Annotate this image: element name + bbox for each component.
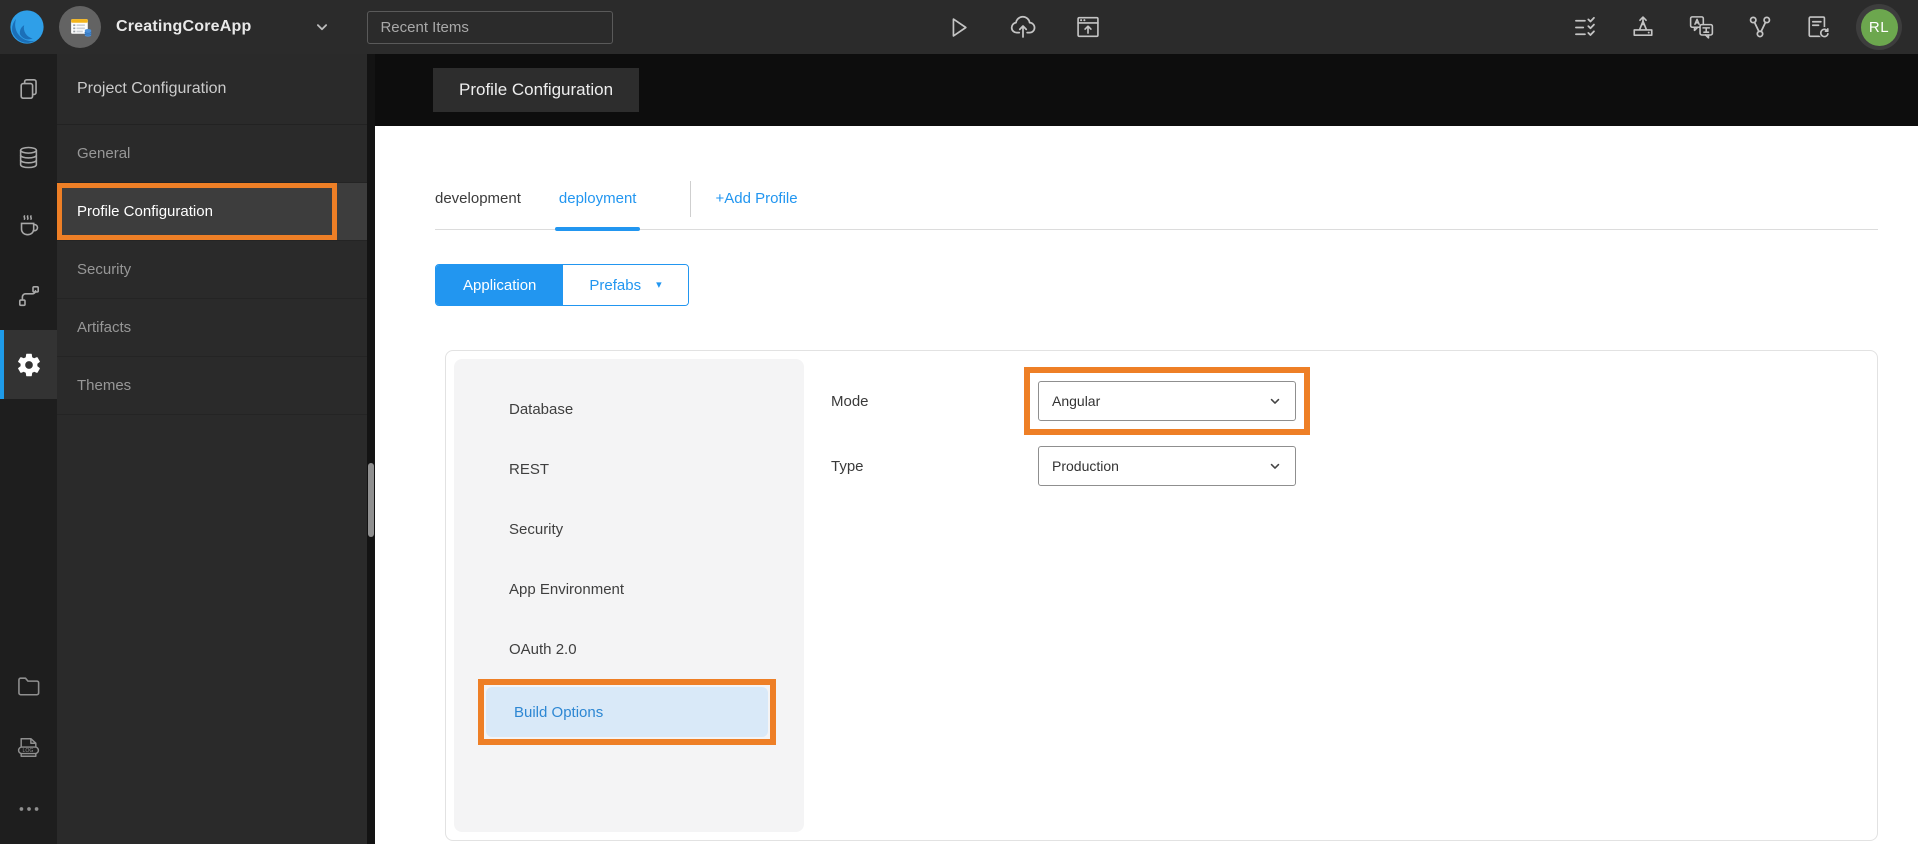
tab-deployment[interactable]: deployment bbox=[554, 178, 641, 231]
prefabs-caret-icon: ▾ bbox=[656, 278, 662, 291]
tabs-divider bbox=[690, 180, 692, 217]
type-select[interactable]: Production bbox=[1038, 446, 1296, 486]
profile-configuration-content: development deployment +Add Profile Appl… bbox=[375, 126, 1918, 844]
rail-database-icon[interactable] bbox=[0, 123, 57, 192]
project-menu-chevron-icon[interactable] bbox=[313, 18, 331, 36]
type-select-value: Production bbox=[1052, 458, 1119, 474]
sidebar-item-general[interactable]: General bbox=[57, 125, 367, 183]
build-options-form: Mode Angular Type Production bbox=[804, 359, 1869, 832]
run-play-icon[interactable] bbox=[945, 14, 972, 41]
settings-nav-app-environment[interactable]: App Environment bbox=[454, 559, 804, 619]
user-avatar[interactable]: RL bbox=[1856, 4, 1902, 50]
task-checklist-icon[interactable] bbox=[1572, 14, 1599, 41]
version-share-icon[interactable] bbox=[1746, 13, 1774, 41]
tab-development[interactable]: development bbox=[435, 178, 521, 229]
rail-apis-icon[interactable] bbox=[0, 261, 57, 330]
svg-text:LOG: LOG bbox=[23, 747, 34, 753]
profile-tabs: development deployment +Add Profile bbox=[435, 178, 1878, 231]
annotation-highlight-box: Angular bbox=[1024, 367, 1310, 435]
settings-nav-panel: Database REST Security App Environment O… bbox=[454, 359, 804, 832]
sidebar-title: Project Configuration bbox=[57, 54, 367, 125]
open-tab-profile-configuration[interactable]: Profile Configuration bbox=[433, 68, 640, 112]
app-window: CreatingCoreApp Recent Items RL LOG Proj… bbox=[0, 0, 1918, 844]
project-avatar-icon[interactable] bbox=[59, 6, 101, 48]
run-actions-group bbox=[945, 12, 1102, 42]
export-deploy-icon[interactable] bbox=[1629, 13, 1657, 41]
rail-java-services-icon[interactable] bbox=[0, 192, 57, 261]
settings-sidebar: Project Configuration General Profile Co… bbox=[57, 54, 367, 844]
type-label: Type bbox=[831, 457, 864, 475]
wavemaker-logo-icon[interactable] bbox=[8, 8, 46, 46]
application-toggle-button[interactable]: Application bbox=[436, 265, 564, 305]
project-name: CreatingCoreApp bbox=[116, 18, 252, 35]
rail-more-icon[interactable] bbox=[0, 778, 57, 840]
utility-actions-group: RL bbox=[1572, 4, 1918, 50]
settings-nav-database[interactable]: Database bbox=[454, 379, 804, 439]
chevron-down-icon bbox=[1270, 463, 1280, 469]
chevron-down-icon bbox=[1270, 398, 1280, 404]
recent-items-input[interactable] bbox=[367, 10, 614, 44]
sidebar-scrollbar-thumb[interactable] bbox=[368, 463, 374, 537]
mode-label: Mode bbox=[831, 392, 869, 410]
left-icon-rail: LOG bbox=[0, 54, 57, 844]
sidebar-item-security[interactable]: Security bbox=[57, 241, 367, 299]
add-profile-button[interactable]: +Add Profile bbox=[715, 178, 797, 229]
scope-toggle: Application Prefabs ▾ bbox=[435, 264, 689, 306]
preview-window-icon[interactable] bbox=[1074, 13, 1102, 41]
translate-i18n-icon[interactable] bbox=[1687, 13, 1716, 42]
prefabs-toggle-button[interactable]: Prefabs ▾ bbox=[563, 265, 688, 305]
sidebar-item-artifacts[interactable]: Artifacts bbox=[57, 299, 367, 357]
mode-select-value: Angular bbox=[1052, 393, 1101, 409]
settings-nav-oauth[interactable]: OAuth 2.0 bbox=[454, 619, 804, 679]
user-avatar-initials: RL bbox=[1860, 8, 1898, 46]
rail-pages-icon[interactable] bbox=[0, 54, 57, 123]
settings-nav-build-options[interactable]: Build Options bbox=[486, 687, 768, 737]
main-header-bar: Profile Configuration bbox=[375, 54, 1918, 126]
rail-folder-icon[interactable] bbox=[0, 654, 57, 716]
file-sync-icon[interactable] bbox=[1804, 13, 1832, 41]
cloud-deploy-icon[interactable] bbox=[1008, 12, 1038, 42]
sidebar-scrollbar-track bbox=[367, 54, 375, 844]
rail-settings-gear-icon[interactable] bbox=[0, 330, 57, 399]
annotation-highlight-box: Build Options bbox=[478, 679, 776, 745]
settings-nav-security[interactable]: Security bbox=[454, 499, 804, 559]
rail-bottom-group: LOG bbox=[0, 654, 57, 844]
mode-select[interactable]: Angular bbox=[1038, 381, 1296, 421]
sidebar-item-themes[interactable]: Themes bbox=[57, 357, 367, 415]
sidebar-item-profile-configuration[interactable]: Profile Configuration bbox=[57, 183, 367, 241]
rail-log-icon[interactable]: LOG bbox=[0, 716, 57, 778]
main-panel: Profile Configuration development deploy… bbox=[375, 54, 1918, 844]
settings-nav-rest[interactable]: REST bbox=[454, 439, 804, 499]
top-bar: CreatingCoreApp Recent Items RL bbox=[0, 0, 1918, 54]
build-settings-card: Database REST Security App Environment O… bbox=[445, 350, 1878, 841]
